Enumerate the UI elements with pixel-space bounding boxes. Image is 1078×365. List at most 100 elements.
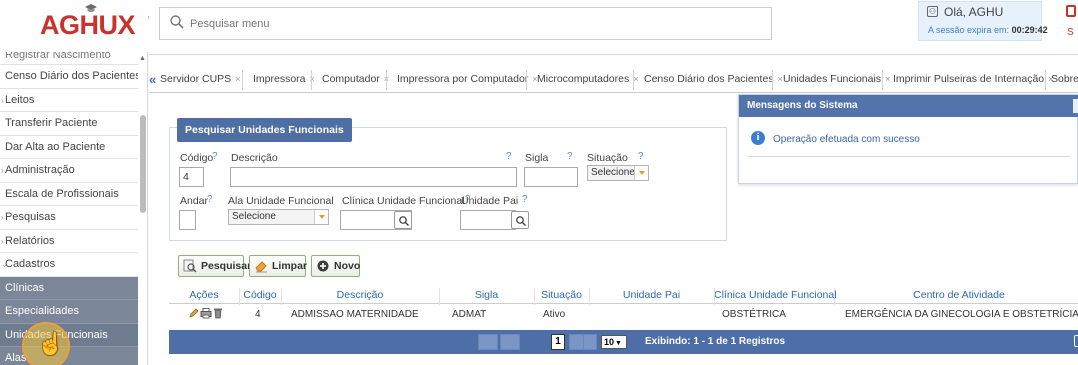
situacao-selected: Selecione — [591, 167, 635, 178]
previous-page-button[interactable] — [500, 334, 520, 350]
table-header: Ações Código Descrição Sigla Situação Un… — [169, 288, 1078, 304]
cell-sigla: ADMAT — [452, 309, 487, 320]
trash-icon[interactable] — [212, 307, 224, 319]
sidebar-item-administracao[interactable]: › Administração — [0, 159, 138, 183]
session-expiry-label: A sessão expira em: — [928, 25, 1010, 35]
tab-unidades-funcionais[interactable]: Unidades Funcionais × — [783, 73, 890, 85]
aghux-logo[interactable]: AGHUX — [0, 0, 148, 52]
column-header[interactable]: Centro de Atividade — [834, 289, 1078, 301]
sidebar-item-registrar-nascimento[interactable]: Registrar Nascimento — [0, 52, 138, 65]
sigla-field[interactable] — [524, 167, 578, 187]
sidebar-item-dar-alta[interactable]: Dar Alta ao Paciente — [0, 136, 138, 159]
descricao-label: Descrição — [231, 152, 278, 164]
limpar-button[interactable]: Limpar — [249, 255, 307, 277]
search-input[interactable] — [190, 15, 750, 33]
sidebar-item-label: Leitos — [5, 93, 35, 106]
tab-label: Unidades Funcionais — [783, 73, 882, 85]
andar-field[interactable] — [179, 210, 196, 230]
close-icon[interactable]: × — [885, 74, 890, 84]
sidebar-item-pesquisas[interactable]: › Pesquisas — [0, 206, 138, 230]
help-icon[interactable]: ? — [212, 151, 218, 162]
chevron-right-icon: › — [1, 95, 4, 105]
tab-computador[interactable]: Computador× — [322, 73, 389, 85]
tab-divider — [1045, 70, 1046, 90]
page-size-value: 10 — [604, 337, 615, 347]
sidebar-item-clinicas[interactable]: Clínicas — [0, 276, 138, 300]
sidebar-item-relatorios[interactable]: › Relatórios — [0, 230, 138, 253]
column-header[interactable]: Clínica Unidade Funcional — [714, 289, 837, 301]
current-page[interactable]: 1 — [551, 334, 565, 350]
help-icon[interactable]: ? — [207, 194, 213, 205]
cell-clinica: OBSTÉTRICA — [722, 309, 786, 320]
page-size-select[interactable]: 10▼ — [601, 335, 627, 349]
column-header[interactable]: Código — [239, 289, 281, 301]
help-icon[interactable]: ? — [522, 194, 528, 205]
tab-impressora-por-computador[interactable]: Impressora por Computador × — [397, 73, 538, 85]
situacao-label: Situação — [587, 152, 628, 164]
help-icon[interactable]: ? — [638, 151, 644, 162]
ala-label: Ala Unidade Funcional — [228, 195, 334, 207]
sidebar-item-leitos[interactable]: › Leitos — [0, 89, 138, 112]
help-icon[interactable]: ? — [506, 151, 512, 162]
pesquisar-button[interactable]: Pesquisar — [178, 255, 251, 277]
tab-divider — [633, 70, 634, 90]
menu-search[interactable] — [159, 7, 772, 40]
chevron-down-icon[interactable] — [634, 166, 648, 180]
column-header[interactable]: Ações — [169, 289, 239, 301]
codigo-field[interactable]: 4 — [179, 167, 204, 187]
sidebar-item-label: Cadastros — [5, 258, 56, 270]
tab-microcomputadores[interactable]: Microcomputadores × — [537, 73, 638, 85]
first-page-button[interactable] — [478, 334, 498, 350]
descricao-field[interactable] — [230, 167, 517, 187]
sidebar-scroll-up-icon[interactable]: ▲ — [139, 55, 147, 63]
ala-select[interactable]: Selecione — [228, 209, 329, 225]
novo-button[interactable]: Novo — [311, 255, 360, 277]
tab-servidor-cups[interactable]: Servidor CUPS × — [160, 73, 240, 85]
clinica-label: Clínica Unidade Funcional — [342, 195, 465, 207]
tabs-scroll-left-icon[interactable]: « — [149, 72, 156, 87]
sidebar-scrollbar-thumb[interactable] — [140, 115, 146, 213]
print-icon[interactable] — [200, 307, 212, 319]
refresh-icon[interactable] — [1074, 335, 1078, 347]
logout-label[interactable]: S — [1067, 27, 1074, 38]
tab-censo-diario[interactable]: Censo Diário dos Pacientes × — [644, 73, 783, 85]
last-page-button[interactable] — [583, 334, 597, 350]
column-header[interactable]: Situação — [534, 289, 589, 301]
chevron-right-icon: › — [1, 213, 4, 222]
sidebar-item-cadastros[interactable]: ⌄ Cadastros — [0, 253, 138, 277]
table-row[interactable]: 4 ADMISSAO MATERNIDADE ADMAT Ativo OBSTÉ… — [169, 305, 1078, 325]
unidade-pai-lookup-button[interactable] — [511, 211, 529, 229]
help-icon[interactable]: ? — [567, 151, 573, 162]
situacao-select[interactable]: Selecione — [587, 165, 649, 181]
cell-codigo: 4 — [255, 309, 261, 320]
records-info: Exibindo: 1 - 1 de 1 Registros — [645, 336, 786, 347]
sidebar-item-censo[interactable]: Censo Diário dos Pacientes — [0, 65, 138, 89]
column-header[interactable]: Unidade Pai — [589, 289, 714, 301]
sidebar-menu: Registrar Nascimento Censo Diário dos Pa… — [0, 52, 138, 365]
plus-circle-icon — [317, 260, 329, 272]
andar-label: Andar — [180, 195, 209, 207]
sidebar-item-label: Transferir Paciente — [5, 117, 98, 129]
unidade-pai-field[interactable] — [460, 210, 516, 230]
sidebar-item-label: Relatórios — [5, 234, 55, 247]
tab-sobre[interactable]: Sobre — [1051, 73, 1078, 85]
sidebar-item-especialidades[interactable]: Especialidades — [0, 300, 138, 324]
chevron-down-icon[interactable] — [314, 210, 328, 224]
tab-impressora[interactable]: Impressora × — [253, 73, 315, 85]
tab-label: Censo Diário dos Pacientes — [644, 73, 774, 85]
tab-imprimir-pulseiras[interactable]: Imprimir Pulseiras de Internação × — [893, 73, 1053, 85]
close-icon[interactable]: × — [235, 74, 240, 84]
sidebar-item-escala[interactable]: Escala de Profissionais — [0, 183, 138, 206]
logout-icon[interactable] — [1066, 5, 1076, 17]
clinica-lookup-button[interactable] — [394, 211, 412, 229]
sidebar-item-transferir[interactable]: Transferir Paciente — [0, 112, 138, 136]
column-header[interactable]: Sigla — [439, 289, 534, 301]
edit-icon[interactable] — [188, 307, 200, 319]
session-expiry-time: 00:29:42 — [1011, 25, 1048, 35]
column-header[interactable]: Descrição — [281, 289, 439, 301]
search-icon — [516, 216, 526, 226]
logo-text-2: HU — [79, 10, 119, 40]
cell-centro-atividade: EMERGÊNCIA DA GINECOLOGIA E OBSTETRÍCIA — [845, 309, 1078, 320]
panel-close-icon[interactable] — [1073, 99, 1078, 113]
sidebar-item-label: Pesquisas — [5, 211, 56, 223]
